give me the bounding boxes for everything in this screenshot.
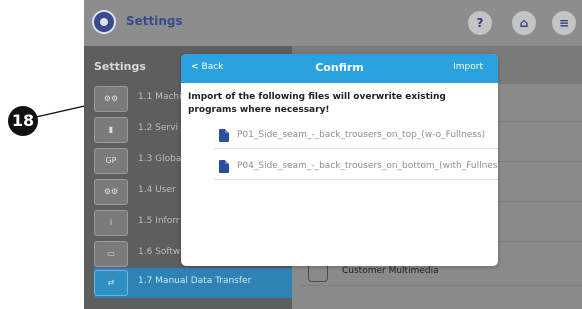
dialog-header: < Back Confirm Import	[181, 54, 498, 83]
file-name: P01_Side_seam_-_back_trousers_on_top_(w-…	[237, 130, 486, 140]
home-button[interactable]: ⌂	[512, 11, 536, 35]
manual-page-figure: 18 Settings ? ⌂ ≡ Settings ⚙⚙ 1.1 Machi …	[0, 0, 582, 309]
sidebar-item-manual-data-transfer[interactable]: ⇄ 1.7 Manual Data Transfer	[94, 268, 292, 298]
callout-number-badge: 18	[8, 106, 38, 136]
info-icon: i	[94, 210, 128, 236]
sidebar-title: Settings	[94, 60, 146, 73]
settings-gear-icon	[92, 10, 116, 34]
global-parameters-icon: GP	[94, 148, 128, 174]
software-icon: ▭	[94, 241, 128, 267]
sidebar-item-label: 1.7 Manual Data Transfer	[138, 276, 252, 286]
sidebar-item-label: 1.2 Servi	[138, 123, 178, 133]
sidebar-item-label: 1.5 Inforr	[138, 216, 180, 226]
service-icon: ▮	[94, 117, 128, 143]
confirm-dialog: < Back Confirm Import Import of the follo…	[181, 54, 498, 266]
sidebar-item-label: 1.4 User	[138, 185, 176, 195]
sidebar-item-label: 1.1 Machi	[138, 92, 182, 102]
document-icon	[219, 160, 229, 173]
app-title: Settings	[126, 14, 183, 28]
import-button[interactable]: Import	[453, 62, 483, 72]
sidebar-item-label: 1.6 Softw	[138, 247, 181, 257]
app-top-bar: Settings ? ⌂ ≡	[84, 0, 582, 46]
file-list-item[interactable]: P01_Side_seam_-_back_trousers_on_top_(w-…	[214, 123, 498, 149]
sidebar-item-label: 1.3 Globa	[138, 154, 182, 164]
file-list-item[interactable]: P04_Side_seam_-_back_trousers_on_bottom_…	[214, 154, 498, 180]
dialog-message: Import of the following files will overw…	[188, 92, 446, 115]
user-settings-icon: ⚙⚙	[94, 179, 128, 205]
gears-icon: ⚙⚙	[94, 86, 128, 112]
document-icon	[219, 129, 229, 142]
file-name: P04_Side_seam_-_back_trousers_on_bottom_…	[237, 161, 498, 171]
row-label: Customer Multimedia	[342, 266, 439, 276]
dialog-title: Confirm	[315, 61, 364, 74]
help-button[interactable]: ?	[468, 11, 492, 35]
data-transfer-icon: ⇄	[94, 270, 128, 296]
menu-button[interactable]: ≡	[552, 11, 576, 35]
